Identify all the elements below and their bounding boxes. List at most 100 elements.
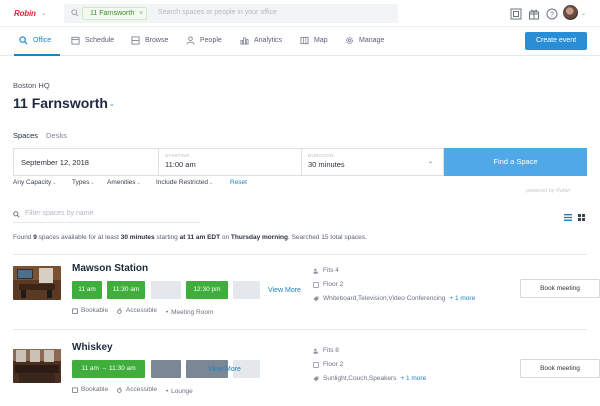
floor-icon [313, 281, 319, 288]
starting-field[interactable]: 11:00 am [165, 160, 196, 169]
nav-item-people[interactable]: People [186, 36, 222, 45]
close-icon[interactable]: × [139, 8, 143, 20]
top-bar: Robin ⌄ 11 Farnsworth × Search spaces or… [0, 0, 600, 27]
list-view-icon[interactable] [564, 214, 572, 221]
tag-type: • Lounge [166, 388, 193, 395]
date-field[interactable]: September 12, 2018 [21, 158, 89, 167]
qr-code-icon[interactable] [510, 8, 522, 20]
filter-types[interactable]: Types⌄ [72, 179, 95, 186]
tag-accessible: Accessible [117, 307, 157, 314]
filter-amenities[interactable]: Amenities⌄ [107, 179, 141, 186]
building-name: Boston HQ [13, 81, 50, 90]
floor: Floor 2 [313, 361, 343, 368]
book-meeting-button[interactable]: Book meeting [520, 279, 600, 298]
bullet-icon: • [165, 387, 169, 395]
space-name[interactable]: Whiskey [72, 342, 113, 353]
time-slot[interactable]: 11 am [72, 281, 102, 299]
filter-capacity[interactable]: Any Capacity⌄ [13, 179, 57, 186]
search-icon [71, 9, 79, 17]
calendar-icon [72, 308, 78, 314]
chevron-down-icon[interactable]: ⌄ [581, 10, 586, 17]
accessible-icon [117, 386, 122, 393]
tab-spaces[interactable]: Spaces [13, 131, 38, 140]
reset-filters-link[interactable]: Reset [230, 179, 247, 186]
grid-view-icon[interactable] [578, 214, 585, 221]
bar-chart-icon [240, 37, 249, 45]
starting-label: STARTING [165, 153, 190, 158]
space-photo[interactable] [13, 266, 61, 300]
tag-label: Meeting Room [171, 308, 214, 316]
nav-item-label: Map [314, 37, 328, 44]
floor-icon [313, 361, 319, 368]
nav-item-manage[interactable]: Manage [345, 36, 384, 45]
duration-label: DURATION [308, 153, 334, 158]
space-photo[interactable] [13, 349, 61, 383]
more-amenities-link[interactable]: + 1 more [449, 295, 475, 302]
time-slot[interactable] [151, 360, 181, 378]
space-name-input[interactable]: Filter spaces by name [25, 210, 93, 217]
chevron-down-icon[interactable]: ⌄ [109, 100, 115, 108]
time-slot[interactable] [233, 281, 260, 299]
more-amenities-link[interactable]: + 1 more [400, 375, 426, 382]
tag-accessible: Accessible [117, 386, 157, 393]
help-icon[interactable]: ? [546, 8, 558, 20]
filter-label: Types [72, 179, 90, 186]
nav-item-schedule[interactable]: Schedule [71, 36, 114, 45]
space-name[interactable]: Mawson Station [72, 263, 148, 274]
find-space-button[interactable]: Find a Space [444, 148, 587, 176]
floor-label: Floor 2 [323, 361, 344, 368]
time-slot[interactable]: 12:30 pm [186, 281, 228, 299]
nav-item-label: People [200, 37, 222, 44]
amenities-label: Sunlight,Couch,Speakers [323, 375, 397, 382]
nav-item-office[interactable]: Office [19, 36, 51, 45]
svg-text:?: ? [550, 12, 554, 19]
amenities: Sunlight,Couch,Speakers + 1 more [313, 375, 426, 382]
page-title[interactable]: 11 Farnsworth [13, 95, 108, 111]
book-meeting-button[interactable]: Book meeting [520, 359, 600, 378]
space-name-filter[interactable]: Filter spaces by name [13, 207, 200, 223]
accessible-icon [117, 307, 122, 314]
create-event-button[interactable]: Create event [525, 32, 587, 50]
people-icon [313, 348, 318, 354]
search-bar[interactable]: 11 Farnsworth × Search spaces or people … [64, 4, 398, 23]
robin-logo[interactable]: Robin [14, 9, 36, 18]
chevron-down-icon[interactable]: ⌄ [428, 158, 433, 165]
summary-text: . Searched 15 total spaces. [287, 234, 367, 241]
active-tab-indicator [14, 54, 60, 56]
booking-form: September 12, 2018 STARTING 11:00 am DUR… [13, 148, 444, 176]
chevron-down-icon[interactable]: ⌄ [41, 10, 46, 17]
space-tags: Bookable Accessible • Meeting Room [72, 307, 220, 316]
search-input[interactable]: Search spaces or people in your office [158, 9, 277, 16]
bullet-icon: • [165, 308, 169, 316]
nav-item-analytics[interactable]: Analytics [240, 36, 282, 45]
browse-icon [131, 36, 140, 45]
time-slot[interactable] [151, 281, 181, 299]
nav-item-label: Schedule [85, 37, 115, 44]
tab-desks[interactable]: Desks [46, 131, 67, 140]
avatar[interactable] [563, 5, 578, 20]
view-more-link[interactable]: View More [268, 287, 301, 294]
divider [158, 149, 159, 175]
nav-item-browse[interactable]: Browse [131, 36, 168, 45]
search-location-chip[interactable]: 11 Farnsworth × [82, 7, 148, 20]
search-icon [19, 36, 28, 45]
people-icon [313, 268, 318, 274]
nav-item-label: Office [33, 37, 52, 44]
filter-label: Any Capacity [13, 179, 52, 186]
space-tags: Bookable Accessible • Lounge [72, 386, 200, 395]
view-more-link[interactable]: View More [208, 366, 241, 373]
calendar-icon [72, 387, 78, 393]
capacity: Fits 8 [313, 347, 339, 354]
filter-restricted[interactable]: Include Restricted⌄ [156, 179, 213, 186]
nav-item-map[interactable]: Map [300, 36, 328, 45]
tag-icon [313, 376, 319, 381]
tag-bookable: Bookable [72, 386, 108, 393]
duration-field[interactable]: 30 minutes [308, 160, 345, 169]
summary-time: at 11 am EDT [179, 234, 221, 241]
time-slot[interactable]: 11 am → 11:30 am [72, 360, 145, 378]
divider [13, 254, 587, 255]
calendar-icon [71, 36, 80, 45]
time-slot[interactable]: 11:30 am [107, 281, 145, 299]
gift-icon[interactable] [528, 8, 540, 20]
summary-duration: 30 minutes [120, 234, 155, 241]
